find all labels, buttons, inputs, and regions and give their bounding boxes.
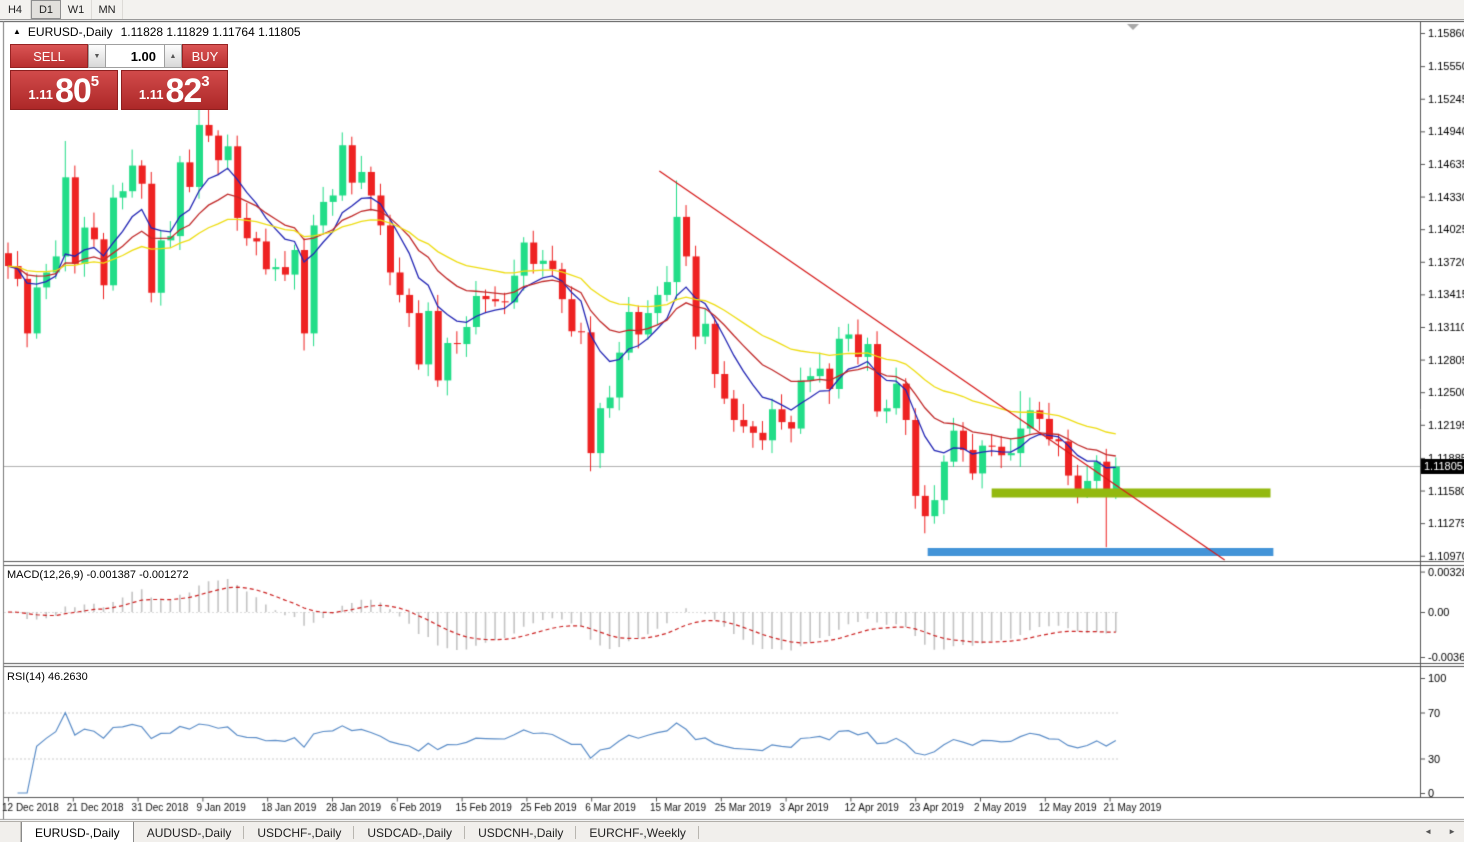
chart-canvas[interactable] <box>0 0 1464 842</box>
sell-price-sup: 5 <box>91 75 99 89</box>
tab-usdcnh-daily[interactable]: USDCNH-,Daily <box>465 822 576 842</box>
volume-input[interactable] <box>106 44 164 68</box>
timeframe-h4-button[interactable]: H4 <box>0 0 31 19</box>
tab-bar-spacer <box>0 822 21 842</box>
macd-indicator-label: MACD(12,26,9) -0.001387 -0.001272 <box>7 569 189 581</box>
timeframe-toolbar: H4 D1 W1 MN <box>0 0 1464 20</box>
buy-button[interactable]: BUY <box>182 44 228 68</box>
timeframe-d1-button[interactable]: D1 <box>31 0 61 19</box>
collapse-trade-panel-icon[interactable]: ▲ <box>13 27 21 36</box>
tab-scroll-left-button[interactable]: ◄ <box>1424 827 1432 836</box>
trading-terminal-window: H4 D1 W1 MN ▲ EURUSD-,Daily 1.11828 1.1182… <box>0 0 1464 842</box>
sell-price-prefix: 1.11 <box>28 83 53 107</box>
symbol-tab-bar: EURUSD-,Daily AUDUSD-,Daily USDCHF-,Dail… <box>0 821 1464 842</box>
buy-price-panel[interactable]: 1.11 82 3 <box>121 70 229 110</box>
buy-price-big: 82 <box>165 75 201 107</box>
buy-price-sup: 3 <box>201 75 209 89</box>
sell-price-big: 80 <box>55 75 91 107</box>
rsi-indicator-label: RSI(14) 46.2630 <box>7 671 88 683</box>
tab-usdchf-daily[interactable]: USDCHF-,Daily <box>244 822 354 842</box>
tab-scroll-right-button[interactable]: ► <box>1448 827 1456 836</box>
chart-ohlc-values: 1.11828 1.11829 1.11764 1.11805 <box>121 25 301 39</box>
timeframe-w1-button[interactable]: W1 <box>61 0 92 19</box>
arrow-up-icon: ▲ <box>170 53 177 60</box>
tab-usdcad-daily[interactable]: USDCAD-,Daily <box>354 822 465 842</box>
tab-scroll-controls: ◄ ► <box>1424 821 1456 842</box>
volume-increase-button[interactable]: ▲ <box>164 44 182 68</box>
timeframe-mn-button[interactable]: MN <box>92 0 123 19</box>
one-click-trading-panel: SELL ▼ ▲ BUY 1.11 80 5 1.11 82 3 <box>10 44 228 110</box>
buy-price-prefix: 1.11 <box>139 83 164 107</box>
tab-eurusd-daily[interactable]: EURUSD-,Daily <box>21 822 134 842</box>
tab-eurchf-weekly[interactable]: EURCHF-,Weekly <box>576 822 698 842</box>
sell-price-panel[interactable]: 1.11 80 5 <box>10 70 118 110</box>
tab-audusd-daily[interactable]: AUDUSD-,Daily <box>134 822 245 842</box>
chart-title: ▲ EURUSD-,Daily 1.11828 1.11829 1.11764 1.… <box>13 25 301 39</box>
chart-symbol-period: EURUSD-,Daily <box>28 25 113 39</box>
sell-button[interactable]: SELL <box>10 44 88 68</box>
arrow-down-icon: ▼ <box>94 53 101 60</box>
volume-decrease-button[interactable]: ▼ <box>88 44 106 68</box>
